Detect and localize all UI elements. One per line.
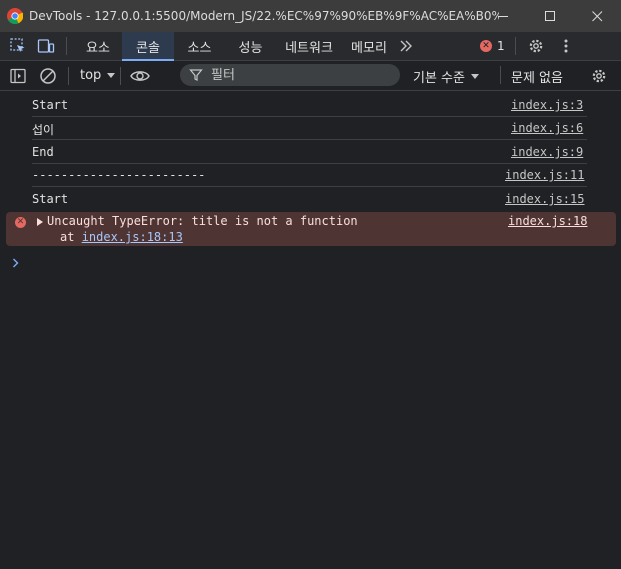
tab-memory[interactable]: 메모리 [342, 32, 396, 60]
maximize-icon [545, 10, 555, 21]
inspect-element-button[interactable] [8, 36, 28, 56]
error-icon: ✕ [15, 217, 26, 228]
filter-icon [189, 69, 203, 81]
device-toolbar-icon [37, 39, 55, 53]
console-prompt[interactable] [12, 256, 20, 272]
tab-console[interactable]: 콘솔 [122, 32, 174, 61]
context-value: top [80, 68, 102, 83]
toolbar-divider [514, 37, 516, 55]
source-link[interactable]: index.js:3 [511, 98, 585, 112]
tab-elements[interactable]: 요소 [74, 32, 122, 60]
inspect-element-icon [10, 38, 25, 52]
eye-icon [130, 70, 151, 81]
log-levels-dropdown[interactable]: 기본 수준 [413, 67, 479, 86]
more-tabs-button[interactable] [396, 36, 416, 56]
error-icon: ✕ [480, 40, 492, 52]
tab-sources[interactable]: 소스 [174, 32, 225, 60]
kebab-menu-button[interactable] [556, 36, 576, 56]
live-expression-button[interactable] [130, 66, 151, 86]
message-text: Start [32, 98, 69, 112]
error-text: Uncaught TypeError: title is not a funct… [47, 214, 358, 228]
chrome-logo-icon [7, 8, 23, 24]
message-text: 섭이 [32, 123, 55, 137]
message-text: End [32, 145, 54, 159]
minimize-button[interactable] [480, 0, 527, 32]
toolbar-divider [68, 66, 69, 85]
kebab-menu-icon [564, 39, 568, 53]
filter-input[interactable] [209, 66, 393, 84]
console-toolbar: top 기본 수준 문제 없음 [0, 61, 621, 91]
devtools-tab-bar: 요소 콘솔 소스 성능 네트워크 메모리 ✕ 1 [0, 32, 621, 61]
console-error-message: ✕ Uncaught TypeError: title is not a fun… [6, 212, 616, 246]
chevron-double-right-icon [400, 40, 412, 52]
sidebar-toggle-icon [10, 68, 26, 83]
minimize-icon [498, 15, 508, 17]
show-sidebar-button[interactable] [8, 66, 28, 86]
tab-network[interactable]: 네트워크 [276, 32, 342, 60]
clear-icon [40, 67, 56, 84]
filter-field[interactable] [180, 64, 400, 86]
gear-icon [592, 69, 606, 83]
stack-trace-line: at index.js:18:13 [60, 230, 183, 244]
message-text: Start [32, 192, 69, 206]
window-title: DevTools - 127.0.0.1:5500/Modern_JS/22.%… [29, 9, 499, 23]
console-message: 섭이 index.js:6 [32, 117, 587, 140]
source-link[interactable]: index.js:6 [511, 121, 585, 135]
issues-button[interactable]: 문제 없음 [511, 67, 563, 86]
toolbar-divider [66, 37, 67, 55]
stack-trace-link[interactable]: index.js:18:13 [82, 230, 183, 244]
console-message: ------------------------ index.js:11 [32, 164, 587, 187]
expand-triangle-icon[interactable] [37, 218, 43, 226]
title-bar: DevTools - 127.0.0.1:5500/Modern_JS/22.%… [0, 0, 621, 32]
console-message: End index.js:9 [32, 141, 587, 164]
console-message: Start index.js:3 [32, 94, 587, 117]
close-button[interactable] [574, 0, 621, 32]
error-count: 1 [497, 39, 505, 53]
maximize-button[interactable] [527, 0, 574, 32]
source-link[interactable]: index.js:15 [505, 192, 585, 206]
console-message: Start index.js:15 [32, 188, 587, 211]
chevron-down-icon [470, 74, 479, 79]
context-selector[interactable]: top [80, 68, 116, 83]
error-counter-button[interactable]: ✕ 1 [480, 39, 505, 53]
source-link[interactable]: index.js:11 [505, 168, 585, 182]
close-icon [592, 10, 603, 21]
source-link[interactable]: index.js:9 [511, 145, 585, 159]
message-text: ------------------------ [32, 168, 206, 182]
gear-icon [529, 39, 542, 53]
toolbar-divider [500, 66, 501, 84]
settings-button[interactable] [526, 36, 546, 56]
error-source-link[interactable]: index.js:18 [508, 214, 588, 228]
stack-at-prefix: at [60, 230, 82, 244]
device-toolbar-button[interactable] [36, 36, 56, 56]
clear-console-button[interactable] [38, 66, 58, 86]
log-levels-label: 기본 수준 [413, 71, 465, 86]
tab-performance[interactable]: 성능 [225, 32, 276, 60]
prompt-chevron-icon [13, 258, 19, 268]
toolbar-divider [120, 66, 122, 85]
chevron-down-icon [107, 73, 116, 78]
console-settings-button[interactable] [589, 66, 609, 86]
